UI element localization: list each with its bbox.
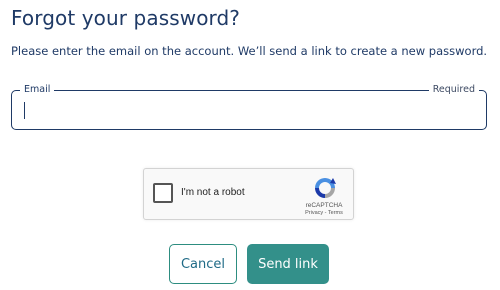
email-input[interactable] [22, 99, 472, 121]
recaptcha-privacy-terms[interactable]: Privacy - Terms [298, 210, 350, 217]
page-subtitle: Please enter the email on the account. W… [11, 44, 488, 58]
recaptcha-logo-icon [315, 178, 336, 198]
email-field[interactable]: Email Required [11, 83, 487, 130]
required-indicator: Required [428, 83, 479, 97]
page-title: Forgot your password? [11, 6, 241, 30]
text-caret [24, 102, 25, 119]
recaptcha-widget: I'm not a robot reCAPTCHA Privacy - Term… [143, 168, 354, 220]
email-field-label: Email [20, 83, 55, 97]
cancel-button[interactable]: Cancel [169, 244, 237, 284]
recaptcha-checkbox[interactable] [153, 183, 173, 203]
recaptcha-label: I'm not a robot [181, 187, 245, 198]
send-link-button[interactable]: Send link [247, 244, 329, 284]
recaptcha-brand: reCAPTCHA [305, 202, 343, 209]
